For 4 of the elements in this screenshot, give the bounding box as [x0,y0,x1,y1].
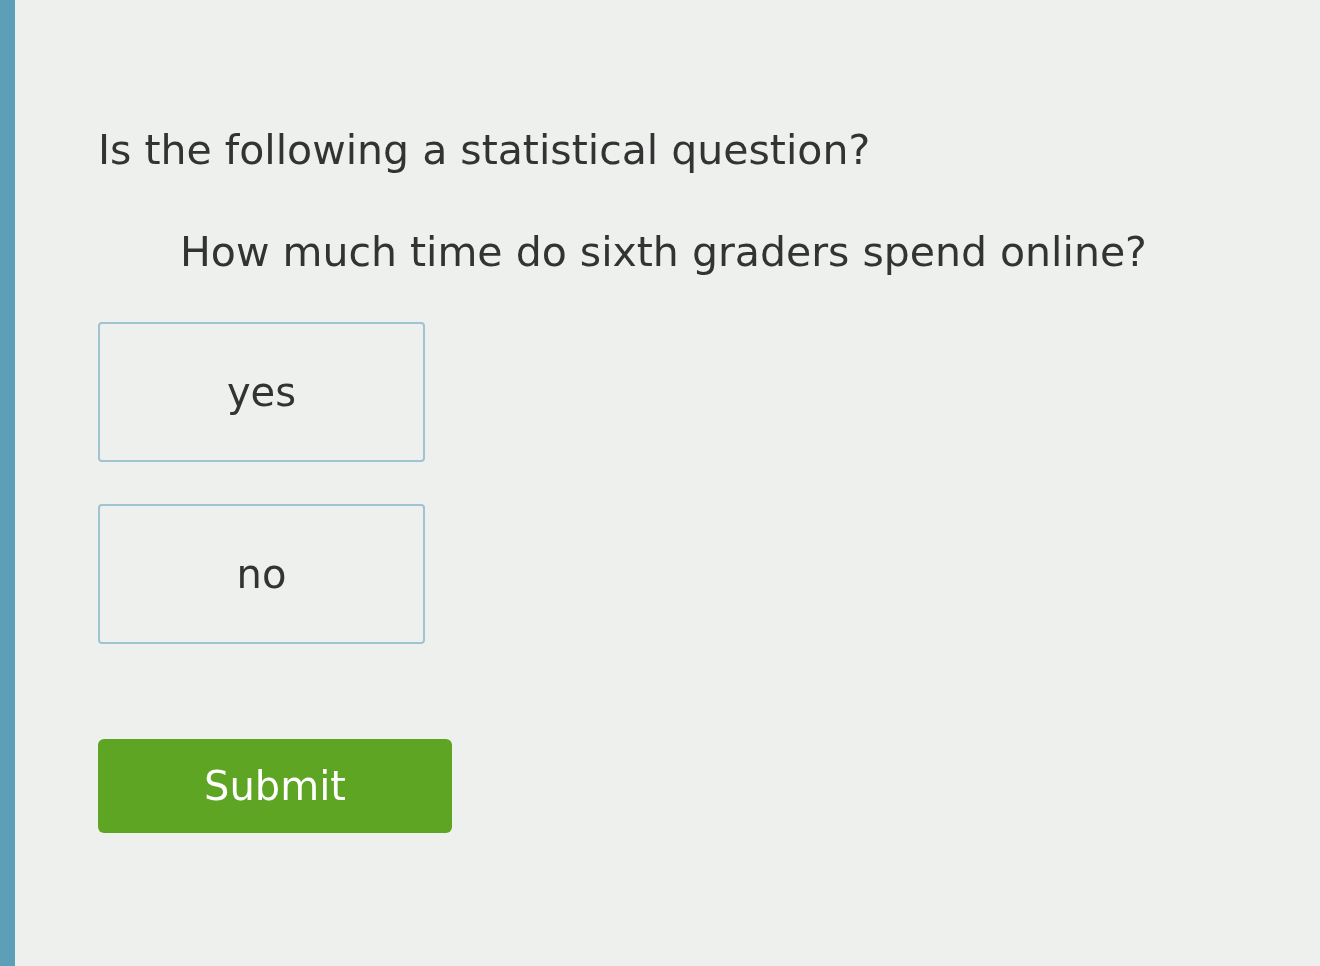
question-statement: How much time do sixth graders spend online? [180,227,1147,278]
answer-choice[interactable]: no [98,504,425,644]
answer-choice[interactable]: yes [98,322,425,462]
question-prompt: Is the following a statistical question? [98,125,871,176]
